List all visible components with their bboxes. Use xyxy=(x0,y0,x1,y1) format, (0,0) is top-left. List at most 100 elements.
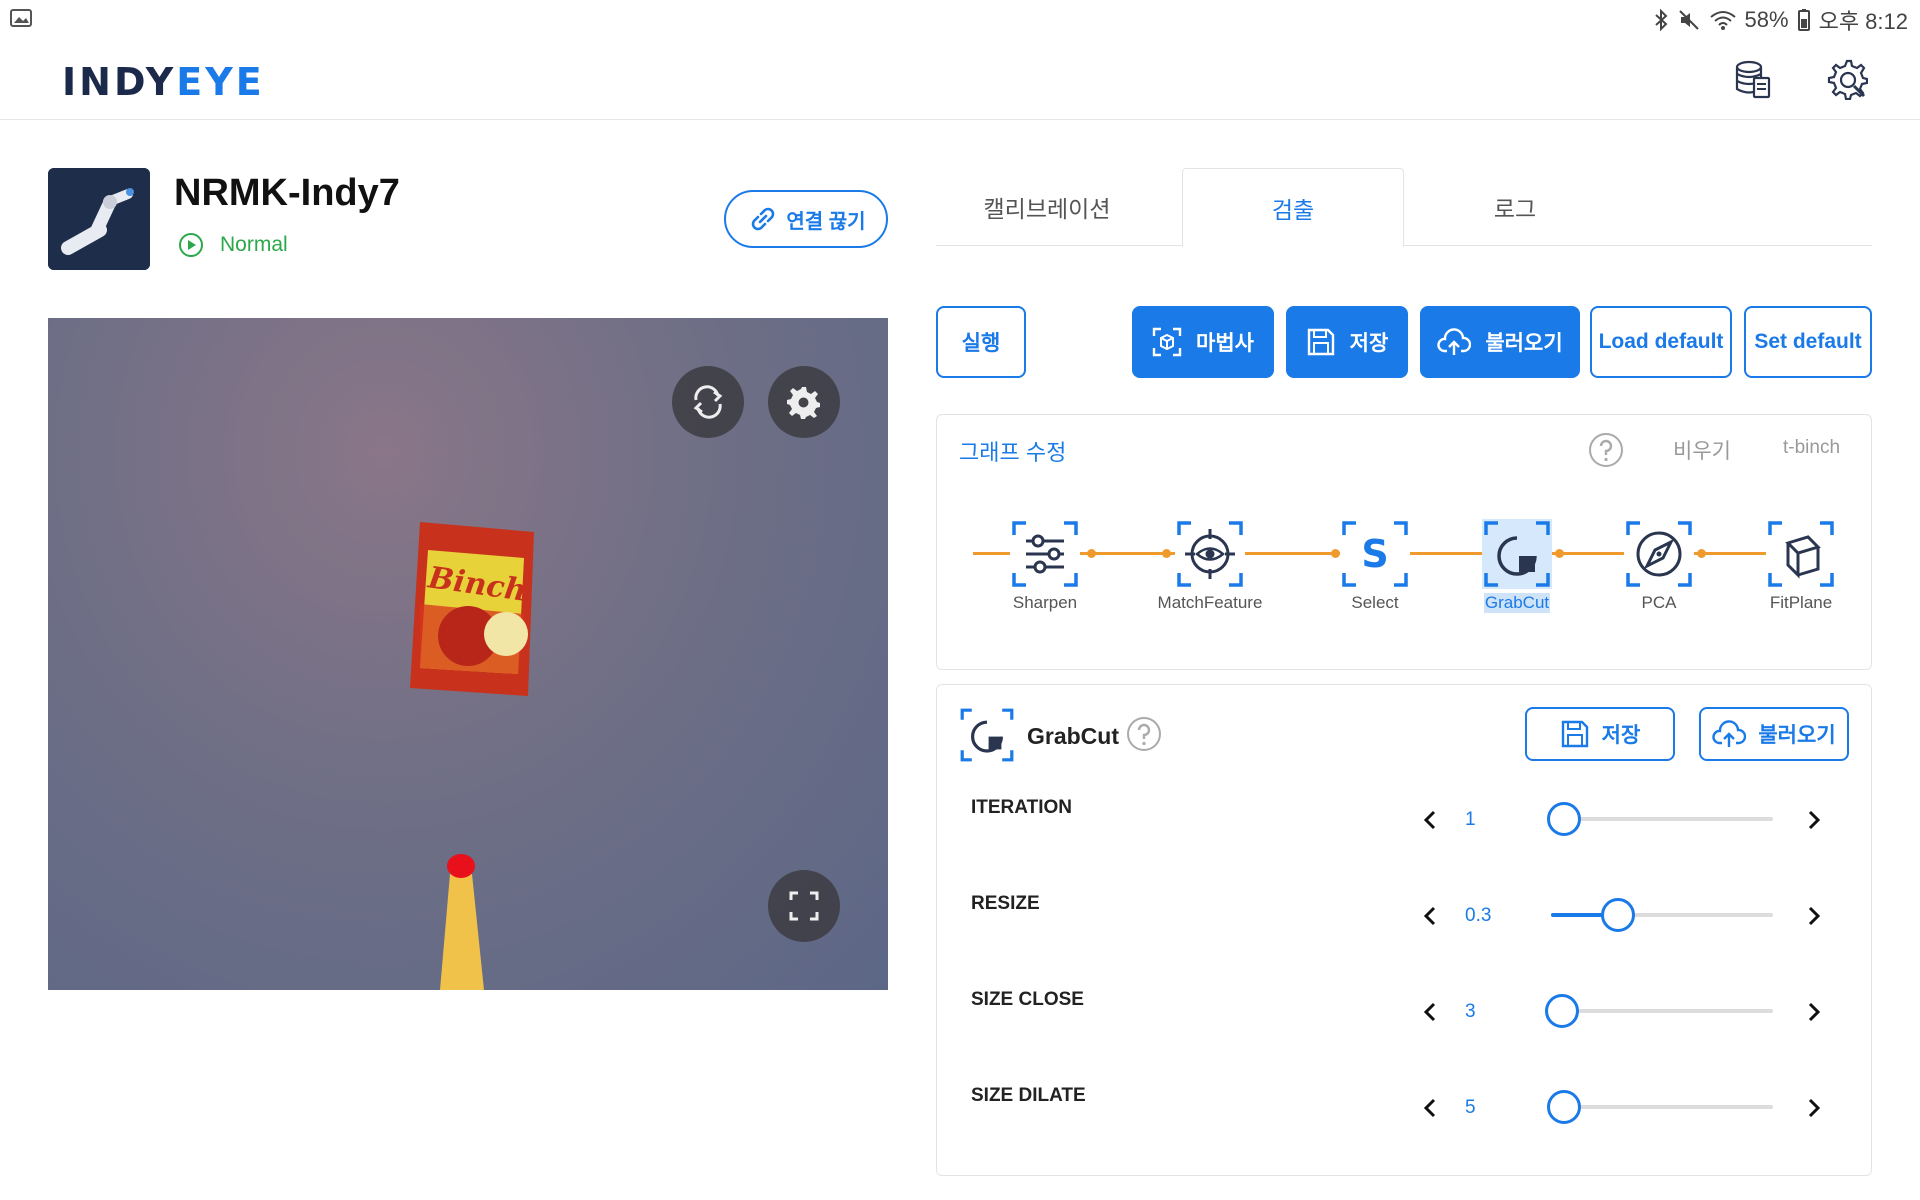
load-label: 불러오기 xyxy=(1485,332,1563,355)
help-icon xyxy=(1589,433,1623,467)
node-label: Select xyxy=(1351,593,1399,612)
tab-log[interactable]: 로그 xyxy=(1404,168,1626,246)
tab-calibration[interactable]: 캘리브레이션 xyxy=(936,168,1158,246)
grabcut-title-icon xyxy=(959,707,1015,768)
load-default-button[interactable]: Load default xyxy=(1590,306,1732,378)
chevron-left-icon xyxy=(1423,1098,1436,1118)
save-icon xyxy=(1307,328,1334,356)
snack-package: Binch xyxy=(410,522,534,696)
param-label: SIZE DILATE xyxy=(971,1085,1086,1106)
param-label: ITERATION xyxy=(971,797,1072,818)
gallery-icon xyxy=(10,9,32,27)
param-slider-track[interactable] xyxy=(1551,1105,1773,1109)
fullscreen-icon xyxy=(789,891,819,921)
set-default-button[interactable]: Set default xyxy=(1744,306,1872,378)
node-fitplane[interactable]: FitPlane xyxy=(1746,519,1856,613)
node-pca[interactable]: PCA xyxy=(1604,519,1714,613)
run-button[interactable]: 실행 xyxy=(936,306,1026,378)
decrement-button[interactable] xyxy=(1415,997,1445,1027)
save-button[interactable]: 저장 xyxy=(1286,306,1408,378)
graph-clear-button[interactable]: 비우기 xyxy=(1673,435,1731,465)
load-button[interactable]: 불러오기 xyxy=(1420,306,1580,378)
graph-editor-panel: 그래프 수정 비우기 t-binch Sharpen MatchFeature … xyxy=(936,414,1872,670)
param-label: RESIZE xyxy=(971,893,1040,914)
increment-button[interactable] xyxy=(1799,997,1829,1027)
grabcut-title: GrabCut xyxy=(1027,723,1119,749)
link-icon xyxy=(752,207,775,231)
app-logo: INDYEYE xyxy=(62,60,265,104)
decrement-button[interactable] xyxy=(1415,1093,1445,1123)
target-eye-icon xyxy=(1177,521,1243,587)
svg-text:S: S xyxy=(1361,532,1388,576)
wizard-label: 마법사 xyxy=(1196,332,1254,355)
node-label: GrabCut xyxy=(1483,593,1551,613)
param-value: 5 xyxy=(1465,1097,1476,1118)
camera-settings-button[interactable] xyxy=(768,366,840,438)
node-select[interactable]: S Select xyxy=(1320,519,1430,613)
settings-icon[interactable] xyxy=(1826,58,1869,101)
app-header: INDYEYE xyxy=(0,38,1920,120)
refresh-icon xyxy=(693,385,723,419)
status-bar: 58% 오후 8:12 xyxy=(0,0,1920,38)
grabcut-icon xyxy=(1484,521,1550,587)
robot-name: NRMK-Indy7 xyxy=(174,172,400,214)
node-label: MatchFeature xyxy=(1157,593,1263,612)
main-tabs: 캘리브레이션 검출 로그 xyxy=(936,168,1872,247)
node-grabcut[interactable]: GrabCut xyxy=(1462,519,1572,613)
chevron-left-icon xyxy=(1423,906,1436,926)
refresh-button[interactable] xyxy=(672,366,744,438)
chevron-right-icon xyxy=(1808,810,1821,830)
camera-view[interactable]: Binch xyxy=(48,318,888,990)
increment-button[interactable] xyxy=(1799,1093,1829,1123)
wifi-icon xyxy=(1709,11,1736,30)
param-slider-track[interactable] xyxy=(1551,913,1773,917)
robot-thumbnail xyxy=(48,168,150,270)
disconnect-button[interactable]: 연결 끊기 xyxy=(724,190,888,248)
node-label: FitPlane xyxy=(1769,593,1833,612)
param-slider-thumb[interactable] xyxy=(1600,898,1635,932)
cloud-upload-icon xyxy=(1712,720,1747,747)
param-slider-track[interactable] xyxy=(1551,817,1773,821)
node-sharpen[interactable]: Sharpen xyxy=(990,519,1100,613)
save-label: 저장 xyxy=(1349,332,1389,355)
graph-help-button[interactable] xyxy=(1587,431,1625,474)
wizard-button[interactable]: 마법사 xyxy=(1132,306,1274,378)
grabcut-save-button[interactable]: 저장 xyxy=(1525,707,1675,761)
param-slider-thumb[interactable] xyxy=(1545,994,1580,1028)
chevron-right-icon xyxy=(1808,906,1821,926)
chevron-left-icon xyxy=(1423,810,1436,830)
param-slider-thumb[interactable] xyxy=(1547,802,1581,836)
disconnect-label: 연결 끊기 xyxy=(786,210,866,233)
increment-button[interactable] xyxy=(1799,805,1829,835)
gear-icon xyxy=(787,387,820,419)
battery-icon xyxy=(1797,9,1810,31)
save-icon xyxy=(1561,720,1588,748)
param-slider-track[interactable] xyxy=(1551,1009,1773,1013)
wizard-scan-icon xyxy=(1152,327,1182,357)
marker-pen xyxy=(440,854,484,990)
grabcut-help-button[interactable] xyxy=(1125,715,1163,758)
set-default-label: Set default xyxy=(1754,330,1862,353)
tab-detection[interactable]: 검출 xyxy=(1182,168,1404,247)
node-matchfeature[interactable]: MatchFeature xyxy=(1155,519,1265,613)
chevron-right-icon xyxy=(1808,1098,1821,1118)
play-circle-icon xyxy=(179,233,203,257)
graph-title: 그래프 수정 xyxy=(959,440,1067,465)
param-size-close: SIZE CLOSE 3 xyxy=(937,989,1873,1049)
decrement-button[interactable] xyxy=(1415,901,1445,931)
compass-icon xyxy=(1626,521,1692,587)
grabcut-load-button[interactable]: 불러오기 xyxy=(1699,707,1849,761)
node-label: Sharpen xyxy=(1012,593,1078,612)
decrement-button[interactable] xyxy=(1415,805,1445,835)
sliders-icon xyxy=(1012,521,1078,587)
param-slider-thumb[interactable] xyxy=(1547,1090,1581,1124)
increment-button[interactable] xyxy=(1799,901,1829,931)
fullscreen-button[interactable] xyxy=(768,870,840,942)
grabcut-panel: GrabCut 저장 불러오기 ITERATION 1 RESIZE 0.3 S… xyxy=(936,684,1872,1176)
param-size-dilate: SIZE DILATE 5 xyxy=(937,1085,1873,1145)
grabcut-load-label: 불러오기 xyxy=(1758,724,1836,747)
chevron-right-icon xyxy=(1808,1002,1821,1022)
database-icon[interactable] xyxy=(1732,58,1774,100)
cloud-upload-icon xyxy=(1437,328,1472,355)
node-label: PCA xyxy=(1641,593,1677,612)
